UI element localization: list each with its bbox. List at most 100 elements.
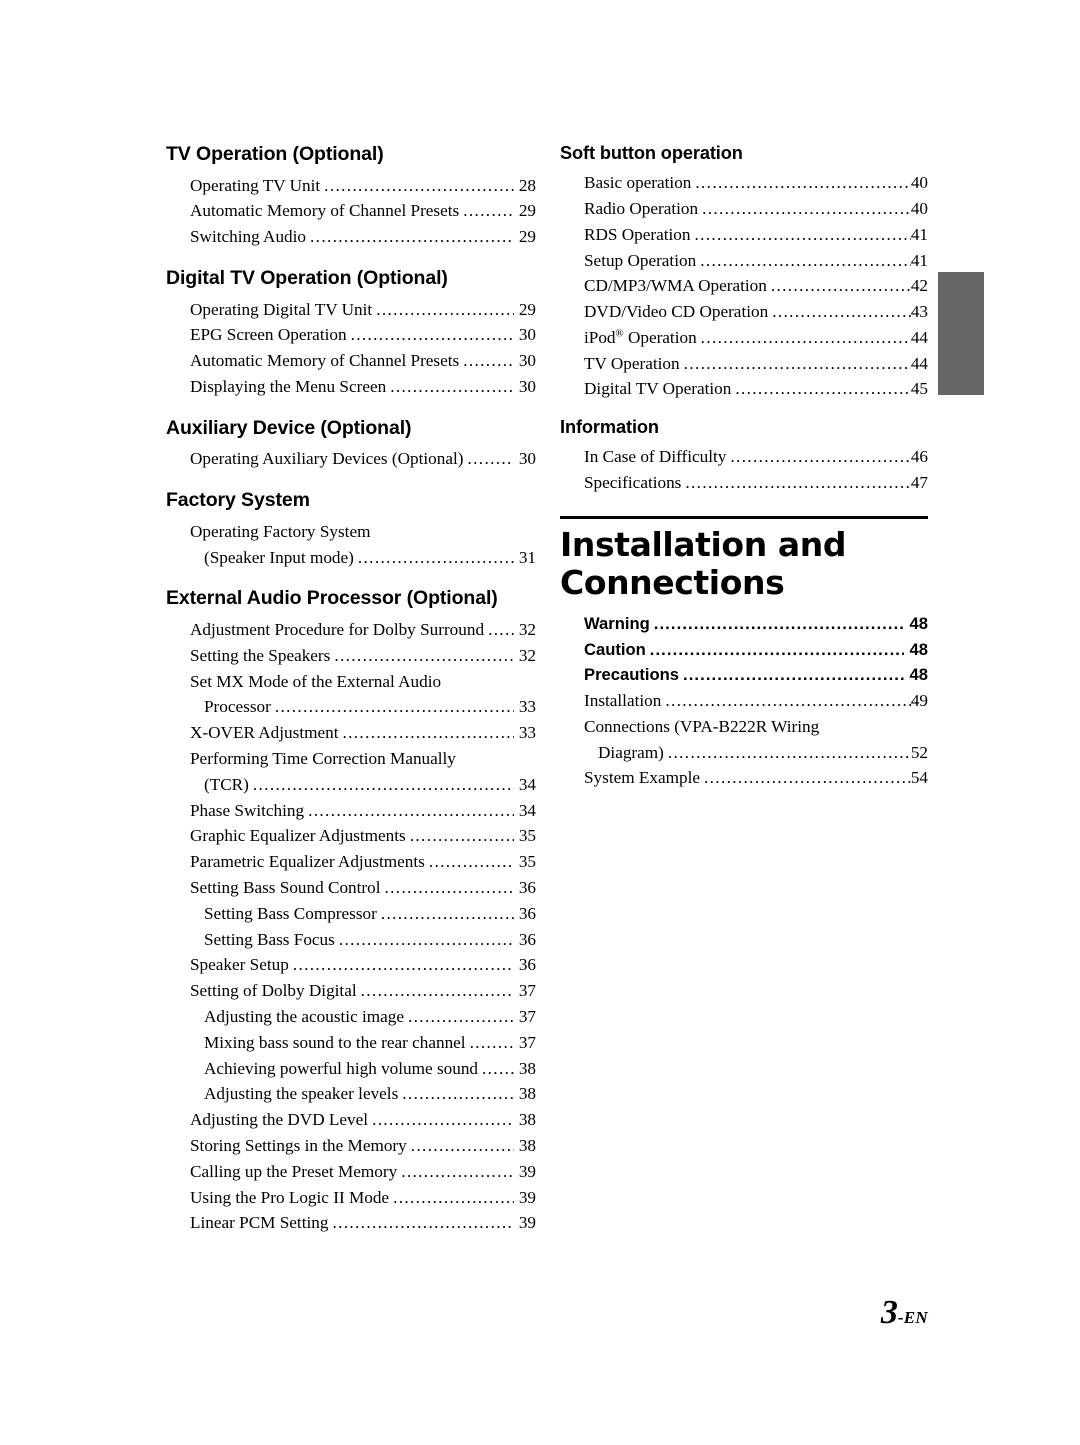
toc-entry-page: 30 [518,377,536,396]
toc-entry-title: Parametric Equalizer Adjustments [190,852,425,872]
leader-dots [332,1214,513,1231]
toc-entry[interactable]: Set MX Mode of the External Audio [166,669,536,695]
chapter-rule [560,515,928,519]
chapter-title-line-2: Connections [560,562,785,602]
toc-entry-title: CD/MP3/WMA Operation [584,276,767,296]
toc-entry[interactable]: Operating Factory System [166,519,536,545]
leader-dots [410,827,514,844]
toc-entry[interactable]: Connections (VPA-B222R Wiring [560,714,928,740]
toc-entry[interactable]: Operating TV Unit 28 [166,173,536,199]
toc-entry[interactable]: Operating Auxiliary Devices (Optional) 3… [166,446,536,472]
toc-entry[interactable]: Speaker Setup 36 [166,952,536,978]
section-heading-tv-operation: TV Operation (Optional) [166,143,384,165]
toc-entry[interactable]: Adjusting the DVD Level 38 [166,1107,536,1133]
toc-entry[interactable]: Setting Bass Sound Control 36 [166,875,536,901]
toc-entry-title: Set MX Mode of the External Audio [190,671,442,691]
toc-entry-page: 33 [518,723,536,743]
toc-entry-page: 41 [910,224,928,244]
toc-entry[interactable]: Storing Settings in the Memory 38 [166,1133,536,1159]
leader-dots [401,1163,514,1180]
leader-dots [463,202,514,219]
toc-entry[interactable]: Radio Operation 40 [560,196,928,222]
toc-entry[interactable]: Displaying the Menu Screen 30 [166,374,536,400]
toc-entry-title: Mixing bass sound to the rear channel [204,1032,466,1052]
leader-dots [342,724,513,741]
toc-left-column: TV Operation (Optional) Operating TV Uni… [166,143,536,1236]
toc-entry[interactable]: X-OVER Adjustment 33 [166,720,536,746]
toc-entry[interactable]: System Example 54 [560,765,928,791]
toc-entry-title: Performing Time Correction Manually [190,749,456,768]
toc-entry[interactable]: Setting of Dolby Digital 37 [166,978,536,1004]
leader-dots [275,698,514,715]
toc-entry[interactable]: RDS Operation 41 [560,222,928,248]
leader-dots [701,329,911,346]
toc-entry[interactable]: Specifications 47 [560,470,928,496]
toc-entry-page: 40 [910,198,928,218]
toc-subentry[interactable]: Mixing bass sound to the rear channel 37 [166,1030,536,1056]
toc-entry-precautions[interactable]: Precautions 48 [560,662,928,688]
toc-entry[interactable]: Parametric Equalizer Adjustments 35 [166,849,536,875]
toc-entry-page: 33 [518,697,536,717]
toc-entry-title: Caution [584,639,646,659]
toc-entry-caution[interactable]: Caution 48 [560,637,928,663]
toc-subentry[interactable]: Adjusting the speaker levels 38 [166,1081,536,1107]
toc-entry[interactable]: iPod® Operation 44 [560,325,928,351]
toc-entry-title: Precautions [584,665,679,685]
toc-entry[interactable]: Performing Time Correction Manually [166,746,536,772]
toc-entry-page: 31 [518,547,536,567]
toc-entry[interactable]: Basic operation 40 [560,170,928,196]
toc-entry[interactable]: Digital TV Operation 45 [560,376,928,402]
toc-right-column: Soft button operation Basic operation 40… [560,143,928,791]
chapter-block-installation-and-connections: Installation andConnections Warning 48 C… [560,515,928,791]
toc-subentry[interactable]: Achieving powerful high volume sound 38 [166,1056,536,1082]
toc-entry[interactable]: DVD/Video CD Operation 43 [560,299,928,325]
toc-entry-page: 29 [518,227,536,247]
toc-entry-title: RDS Operation [584,224,691,244]
toc-entry[interactable]: EPG Screen Operation 30 [166,322,536,348]
toc-entry-page: 39 [518,1187,536,1207]
toc-entry-page: 29 [518,201,536,221]
toc-entry-page: 34 [518,800,536,820]
toc-subentry[interactable]: Setting Bass Compressor 36 [166,901,536,927]
toc-entry-title: Adjusting the speaker levels [204,1084,399,1104]
leader-dots [668,744,911,761]
toc-entry[interactable]: In Case of Difficulty 46 [560,444,928,470]
toc-entry[interactable]: TV Operation 44 [560,351,928,377]
leader-dots [650,642,904,659]
toc-entry-continuation[interactable]: (Speaker Input mode) 31 [166,545,536,571]
toc-entry-page: 41 [910,250,928,270]
toc-entry-page: 40 [910,173,928,193]
toc-entry-title: In Case of Difficulty [584,447,727,467]
toc-entry-title: Linear PCM Setting [190,1213,329,1233]
toc-entry-page: 39 [518,1213,536,1233]
toc-entry-title: Achieving powerful high volume sound [204,1058,479,1078]
toc-entry[interactable]: Phase Switching 34 [166,798,536,824]
toc-entry[interactable]: Calling up the Preset Memory 39 [166,1159,536,1185]
toc-entry-page: 38 [518,1110,536,1130]
leader-dots [310,228,514,245]
toc-entry[interactable]: Using the Pro Logic II Mode 39 [166,1185,536,1211]
toc-entry[interactable]: Graphic Equalizer Adjustments 35 [166,823,536,849]
toc-entry-continuation[interactable]: Diagram) 52 [560,740,928,766]
toc-entry[interactable]: Automatic Memory of Channel Presets 29 [166,198,536,224]
toc-entry[interactable]: Installation 49 [560,688,928,714]
toc-entry[interactable]: Automatic Memory of Channel Presets 30 [166,348,536,374]
toc-entry-continuation[interactable]: Processor 33 [166,694,536,720]
toc-entry-title: Setting Bass Focus [204,929,335,949]
toc-entry[interactable]: Linear PCM Setting 39 [166,1210,536,1236]
toc-entry-title: Speaker Setup [190,955,289,975]
toc-entry[interactable]: Switching Audio 29 [166,224,536,250]
toc-subentry[interactable]: Setting Bass Focus 36 [166,927,536,953]
toc-entry[interactable]: Setting the Speakers 32 [166,643,536,669]
toc-entry[interactable]: CD/MP3/WMA Operation 42 [560,273,928,299]
toc-entry-title: EPG Screen Operation [190,325,347,345]
toc-subentry[interactable]: Adjusting the acoustic image 37 [166,1004,536,1030]
toc-entry[interactable]: Adjustment Procedure for Dolby Surround … [166,617,536,643]
toc-entry[interactable]: Operating Digital TV Unit 29 [166,297,536,323]
leader-dots [771,277,911,294]
toc-entry[interactable]: Setup Operation 41 [560,248,928,274]
section-heading-auxiliary-device: Auxiliary Device (Optional) [166,416,412,439]
toc-entry-continuation[interactable]: (TCR) 34 [166,772,536,798]
leader-dots [358,549,514,566]
toc-entry-warning[interactable]: Warning 48 [560,611,928,637]
